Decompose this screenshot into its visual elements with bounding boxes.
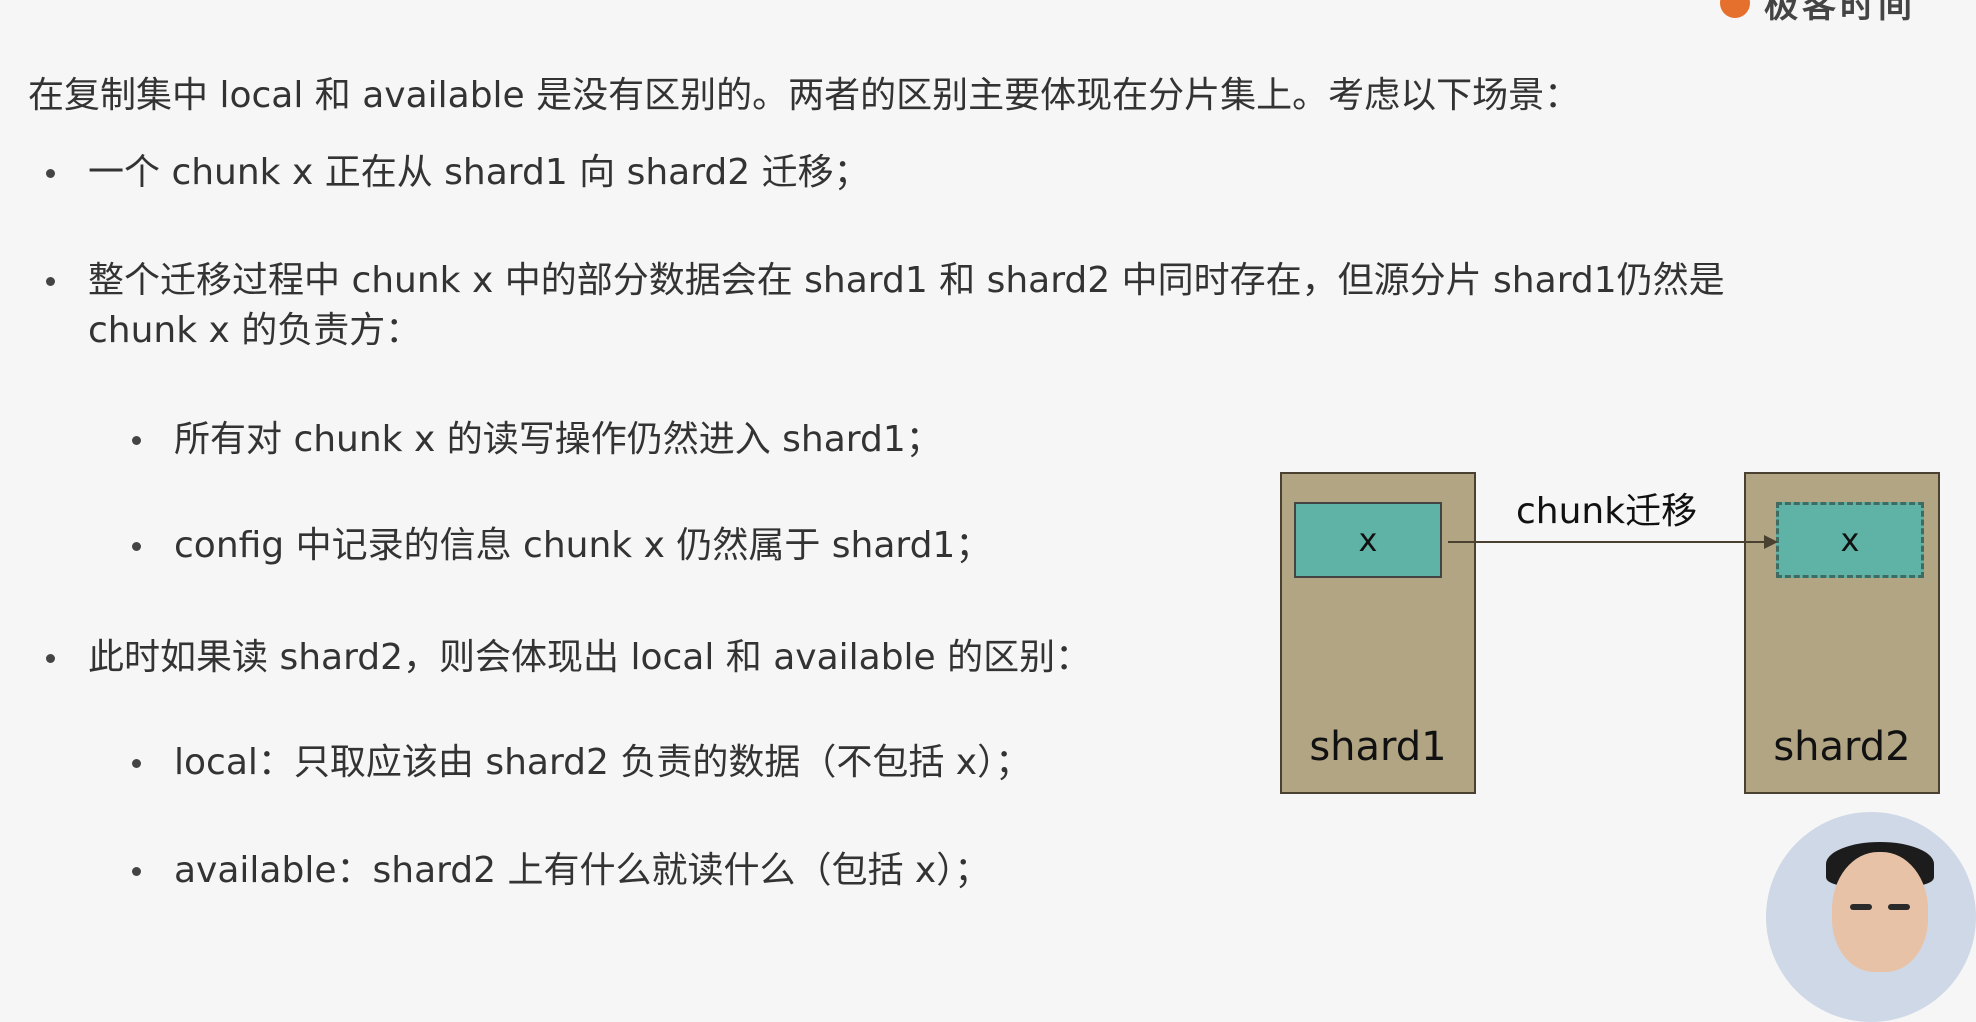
presenter-video: [1766, 812, 1976, 1022]
sub-bullet-item: config 中记录的信息 chunk x 仍然属于 shard1；: [132, 521, 992, 571]
presenter-eye: [1888, 904, 1910, 910]
bullet-dot: [46, 277, 55, 286]
logo-text: 极客时间: [1764, 0, 1916, 26]
bullet-dot: [132, 542, 141, 551]
bullet-dot: [132, 759, 141, 768]
bullet-text: 一个 chunk x 正在从 shard1 向 shard2 迁移；: [88, 152, 870, 193]
bullet-text: available：shard2 上有什么就读什么（包括 x）；: [174, 850, 991, 891]
presenter-eye: [1850, 904, 1872, 910]
bullet-dot: [46, 169, 55, 178]
bullet-text: local：只取应该由 shard2 负责的数据（不包括 x）；: [174, 742, 1032, 783]
intro-paragraph: 在复制集中 local 和 available 是没有区别的。两者的区别主要体现…: [28, 75, 1581, 116]
slide: 极客时间 在复制集中 local 和 available 是没有区别的。两者的区…: [0, 0, 1976, 1022]
sub-bullet-item: local：只取应该由 shard2 负责的数据（不包括 x）；: [132, 738, 1032, 788]
bullet-text-line: 整个迁移过程中 chunk x 中的部分数据会在 shard1 和 shard2…: [88, 260, 1725, 301]
bullet-item: 此时如果读 shard2，则会体现出 local 和 available 的区别…: [46, 633, 1092, 683]
sub-bullet-item: available：shard2 上有什么就读什么（包括 x）；: [132, 846, 991, 896]
chunk-migration-diagram: x shard1 x shard2 chunk迁移: [1280, 472, 1944, 798]
bullet-dot: [132, 436, 141, 445]
bullet-text-line: chunk x 的负责方：: [88, 310, 422, 351]
bullet-dot: [132, 867, 141, 876]
bullet-dot: [46, 654, 55, 663]
bullet-text: 此时如果读 shard2，则会体现出 local 和 available 的区别…: [88, 637, 1092, 678]
sub-bullet-item: 所有对 chunk x 的读写操作仍然进入 shard1；: [132, 415, 942, 465]
bullet-text: config 中记录的信息 chunk x 仍然属于 shard1；: [174, 525, 992, 566]
migration-label: chunk迁移: [1516, 491, 1698, 532]
bullet-item: 一个 chunk x 正在从 shard1 向 shard2 迁移；: [46, 148, 870, 198]
brand-logo: 极客时间: [1720, 0, 1916, 27]
bullet-text: 所有对 chunk x 的读写操作仍然进入 shard1；: [174, 419, 942, 460]
geektime-logo-icon: [1720, 0, 1750, 18]
presenter-face: [1832, 852, 1928, 972]
bullet-item: 整个迁移过程中 chunk x 中的部分数据会在 shard1 和 shard2…: [46, 256, 1725, 356]
